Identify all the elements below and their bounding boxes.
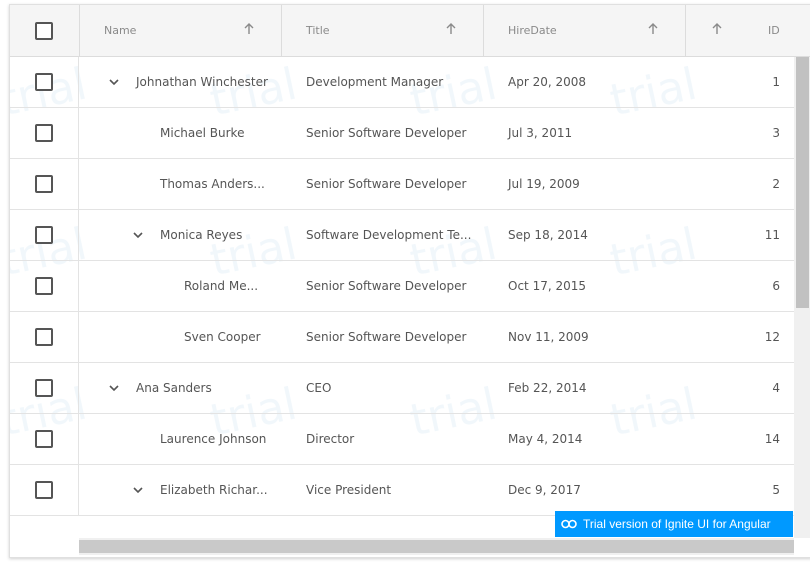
table-row[interactable]: Laurence Johnson Director May 4, 2014 14 [10, 414, 794, 465]
sort-arrow-up-icon[interactable] [710, 22, 724, 36]
header-title[interactable]: Title [282, 5, 484, 56]
vertical-scrollbar-thumb[interactable] [796, 57, 809, 308]
row-checkbox[interactable] [35, 379, 53, 397]
cell-name: Michael Burke [160, 126, 245, 140]
cell-id: 11 [764, 228, 780, 242]
cell-name: Laurence Johnson [160, 432, 267, 446]
cell-title: Senior Software Developer [306, 126, 467, 140]
table-row[interactable]: Johnathan Winchester Development Manager A… [10, 57, 794, 108]
cell-hire-date: Oct 17, 2015 [508, 279, 586, 293]
row-select-cell [10, 108, 79, 158]
trial-badge[interactable]: Trial version of Ignite UI for Angular [555, 511, 793, 537]
vertical-scrollbar[interactable] [794, 57, 810, 538]
table-row[interactable]: Sven Cooper Senior Software Developer Nov … [10, 312, 794, 363]
sort-arrow-up-icon[interactable] [646, 22, 660, 36]
trial-badge-label: Trial version of Ignite UI for Angular [583, 517, 771, 531]
row-checkbox[interactable] [35, 430, 53, 448]
table-row[interactable]: Michael Burke Senior Software Developer Ju… [10, 108, 794, 159]
cell-hire-date: May 4, 2014 [508, 432, 583, 446]
cell-hire-date: Jul 3, 2011 [508, 126, 573, 140]
header-name[interactable]: Name [80, 5, 282, 56]
cell-name: Elizabeth Richar... [160, 483, 268, 497]
table-row[interactable]: Roland Me... Senior Software Developer Oct… [10, 261, 794, 312]
horizontal-scrollbar[interactable] [79, 538, 794, 555]
table-row[interactable]: Ana Sanders CEO Feb 22, 2014 4 [10, 363, 794, 414]
table-row[interactable]: Monica Reyes Software Development Te... Se… [10, 210, 794, 261]
header-name-label: Name [104, 24, 137, 37]
cell-name: Roland Me... [184, 279, 259, 293]
cell-title: Senior Software Developer [306, 177, 467, 191]
cell-name: Ana Sanders [136, 381, 212, 395]
cell-hire-date: Apr 20, 2008 [508, 75, 587, 89]
cell-hire-date: Sep 18, 2014 [508, 228, 588, 242]
cell-name: Johnathan Winchester [136, 75, 268, 89]
row-select-cell [10, 210, 79, 260]
row-select-cell [10, 159, 79, 209]
cell-hire-date: Jul 19, 2009 [508, 177, 580, 191]
header-select-cell [10, 5, 80, 56]
row-checkbox[interactable] [35, 73, 53, 91]
grid-header: Name Title HireDate ID [10, 5, 810, 57]
row-select-cell [10, 312, 79, 362]
chevron-down-icon[interactable] [132, 229, 144, 241]
cell-name: Thomas Anders... [160, 177, 265, 191]
cell-id: 3 [772, 126, 780, 140]
cell-title: Senior Software Developer [306, 279, 467, 293]
cell-name: Sven Cooper [184, 330, 261, 344]
row-select-cell [10, 261, 79, 311]
cell-id: 14 [764, 432, 780, 446]
header-hire-date[interactable]: HireDate [484, 5, 686, 56]
cell-hire-date: Dec 9, 2017 [508, 483, 581, 497]
select-all-checkbox[interactable] [35, 22, 53, 40]
cell-title: Development Manager [306, 75, 444, 89]
cell-id: 4 [772, 381, 780, 395]
cell-hire-date: Feb 22, 2014 [508, 381, 587, 395]
table-row[interactable]: Thomas Anders... Senior Software Develope… [10, 159, 794, 210]
table-row[interactable]: Elizabeth Richar... Vice President Dec 9, … [10, 465, 794, 516]
row-checkbox[interactable] [35, 175, 53, 193]
cell-id: 5 [772, 483, 780, 497]
grid-body: trial trial trial trial trial trial tria… [10, 57, 794, 538]
sort-arrow-up-icon[interactable] [444, 22, 458, 36]
cell-title: CEO [306, 381, 332, 395]
cell-title: Director [306, 432, 355, 446]
chevron-down-icon[interactable] [132, 484, 144, 496]
header-hire-date-label: HireDate [508, 24, 557, 37]
row-select-cell [10, 414, 79, 464]
sort-arrow-up-icon[interactable] [242, 22, 256, 36]
cell-hire-date: Nov 11, 2009 [508, 330, 589, 344]
cell-title: Senior Software Developer [306, 330, 467, 344]
cell-title: Software Development Te... [306, 228, 472, 242]
cell-title: Vice President [306, 483, 392, 497]
header-id-label: ID [768, 24, 780, 37]
header-id[interactable]: ID [686, 5, 810, 56]
chevron-down-icon[interactable] [108, 382, 120, 394]
row-checkbox[interactable] [35, 481, 53, 499]
row-checkbox[interactable] [35, 277, 53, 295]
cell-id: 12 [764, 330, 780, 344]
row-checkbox[interactable] [35, 328, 53, 346]
horizontal-scrollbar-thumb[interactable] [79, 540, 794, 553]
row-checkbox[interactable] [35, 124, 53, 142]
cell-name: Monica Reyes [160, 228, 243, 242]
row-select-cell [10, 465, 79, 515]
cell-id: 2 [772, 177, 780, 191]
row-select-cell [10, 363, 79, 413]
link-icon [561, 519, 577, 529]
chevron-down-icon[interactable] [108, 76, 120, 88]
header-title-label: Title [306, 24, 330, 37]
cell-id: 6 [772, 279, 780, 293]
tree-grid: Name Title HireDate ID trial trial trial… [9, 4, 810, 558]
row-select-cell [10, 57, 79, 107]
row-checkbox[interactable] [35, 226, 53, 244]
cell-id: 1 [772, 75, 780, 89]
